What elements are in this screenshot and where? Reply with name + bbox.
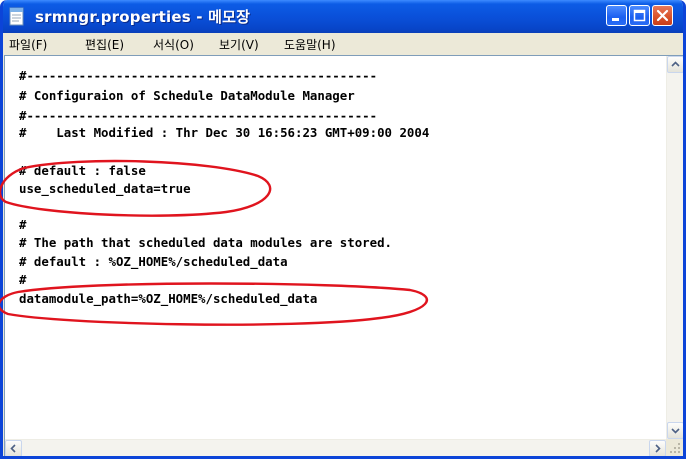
chevron-down-icon (671, 428, 680, 434)
editor-line: # The path that scheduled data modules a… (19, 235, 392, 250)
scroll-left-button[interactable] (5, 440, 22, 456)
editor-line: datamodule_path=%OZ_HOME%/scheduled_data (19, 291, 318, 306)
menu-edit[interactable]: 편집(E) (85, 36, 124, 53)
notepad-window: srmngr.properties - 메모장 파일(F) 편집(E) 서식(O… (0, 0, 686, 459)
scroll-up-button[interactable] (667, 56, 683, 73)
minimize-icon (612, 18, 619, 21)
menu-bar: 파일(F) 편집(E) 서식(O) 보기(V) 도움말(H) (3, 33, 683, 53)
close-icon (656, 9, 669, 22)
vertical-scrollbar[interactable] (666, 56, 683, 439)
maximize-icon (633, 9, 646, 22)
editor-line: # (19, 217, 27, 232)
menu-help[interactable]: 도움말(H) (284, 36, 336, 53)
window-title: srmngr.properties - 메모장 (35, 8, 251, 26)
horizontal-scrollbar[interactable] (5, 439, 666, 456)
editor-line: # (19, 272, 27, 287)
chevron-left-icon (10, 444, 16, 453)
editor-line: use_scheduled_data=true (19, 181, 191, 196)
notepad-icon (9, 7, 24, 26)
scroll-down-button[interactable] (667, 422, 683, 439)
editor-line: # default : false (19, 163, 146, 178)
minimize-button[interactable] (606, 5, 627, 26)
editor-line: #---------------------------------------… (19, 108, 378, 123)
editor-line: # default : %OZ_HOME%/scheduled_data (19, 254, 288, 269)
editor-text-area[interactable]: #---------------------------------------… (5, 56, 666, 439)
chevron-right-icon (655, 444, 661, 453)
editor-line: #---------------------------------------… (19, 68, 378, 83)
editor-line: # Configuraion of Schedule DataModule Ma… (19, 88, 355, 103)
editor-line: # Last Modified : Thr Dec 30 16:56:23 GM… (19, 125, 430, 140)
scroll-right-button[interactable] (649, 440, 666, 456)
resize-grip[interactable] (666, 439, 683, 456)
menu-format[interactable]: 서식(O) (153, 36, 194, 53)
chevron-up-icon (671, 61, 680, 67)
close-button[interactable] (652, 5, 673, 26)
menu-file[interactable]: 파일(F) (9, 36, 47, 53)
menu-view[interactable]: 보기(V) (219, 36, 259, 53)
maximize-button[interactable] (629, 5, 650, 26)
text-editor[interactable]: #---------------------------------------… (4, 55, 683, 456)
resize-grip-icon (670, 443, 680, 453)
title-bar[interactable]: srmngr.properties - 메모장 (3, 0, 683, 33)
